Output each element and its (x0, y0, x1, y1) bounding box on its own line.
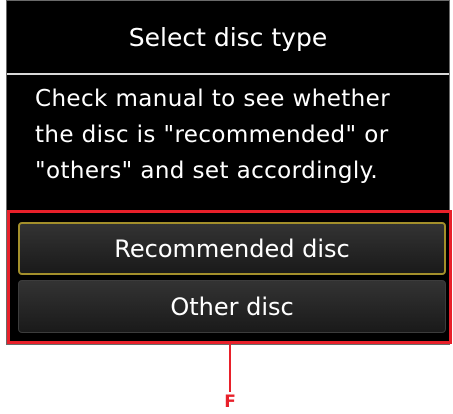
message-line-2: the disc is "recommended" or (35, 122, 389, 148)
message-line-3: "others" and set accordingly. (35, 158, 379, 184)
title-divider (7, 73, 449, 75)
callout-line (229, 344, 231, 392)
dialog-message: Check manual to see whether the disc is … (35, 81, 435, 189)
callout-label: F (224, 392, 236, 412)
dialog-title: Select disc type (128, 22, 328, 52)
recommended-disc-button[interactable]: Recommended disc (18, 222, 446, 275)
message-line-1: Check manual to see whether (35, 86, 391, 112)
other-disc-button[interactable]: Other disc (18, 280, 446, 333)
